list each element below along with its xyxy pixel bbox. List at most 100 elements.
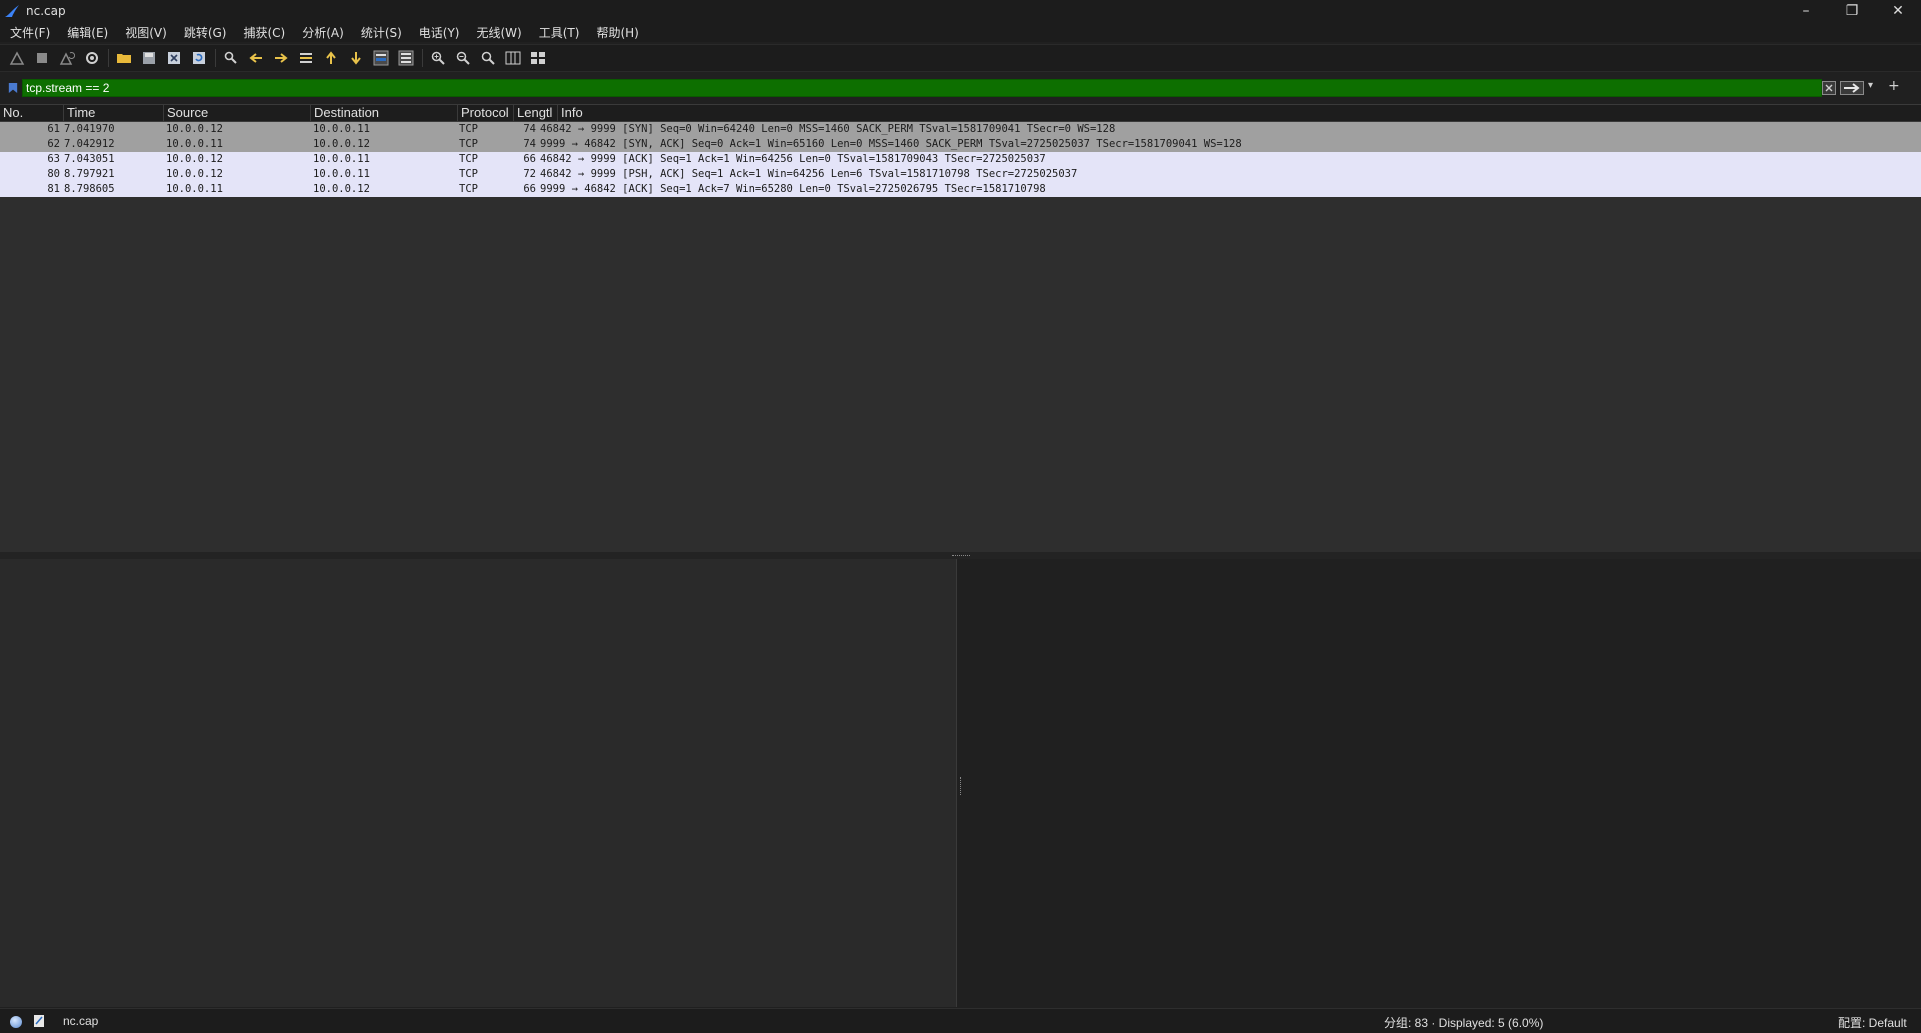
menu-tools[interactable]: 工具(T) bbox=[529, 24, 587, 41]
table-row[interactable]: 61 7.041970 10.0.0.12 10.0.0.11 TCP 74 4… bbox=[0, 122, 1921, 137]
colorize-icon[interactable] bbox=[397, 49, 415, 67]
go-forward-icon[interactable] bbox=[272, 49, 290, 67]
table-row[interactable]: 63 7.043051 10.0.0.12 10.0.0.11 TCP 66 4… bbox=[0, 152, 1921, 167]
options-gear-icon[interactable] bbox=[83, 49, 101, 67]
minimize-button[interactable]: – bbox=[1783, 0, 1829, 22]
cell-no: 61 bbox=[47, 123, 60, 135]
cell-destination: 10.0.0.11 bbox=[313, 168, 370, 180]
cell-protocol: TCP bbox=[459, 168, 478, 180]
cell-destination: 10.0.0.12 bbox=[313, 183, 370, 195]
packet-details-pane[interactable] bbox=[0, 559, 957, 1007]
menu-statistics[interactable]: 统计(S) bbox=[351, 24, 409, 41]
packet-list-header: No. Time Source Destination Protocol Len… bbox=[0, 105, 1921, 122]
main-toolbar bbox=[0, 44, 1921, 72]
cell-no: 62 bbox=[47, 138, 60, 150]
stop-icon[interactable] bbox=[33, 49, 51, 67]
menu-file[interactable]: 文件(F) bbox=[0, 24, 57, 41]
column-header-no[interactable]: No. bbox=[0, 105, 64, 121]
status-profile[interactable]: 配置: Default bbox=[1838, 1014, 1907, 1031]
apply-filter-arrow-icon[interactable] bbox=[1840, 80, 1864, 95]
cell-time: 8.797921 bbox=[64, 168, 115, 180]
cell-time: 7.043051 bbox=[64, 153, 115, 165]
cell-source: 10.0.0.12 bbox=[166, 153, 223, 165]
capture-comment-icon[interactable] bbox=[33, 1014, 45, 1028]
menu-view[interactable]: 视图(V) bbox=[115, 24, 174, 41]
autoscroll-icon[interactable] bbox=[372, 49, 390, 67]
filter-bookmark-icon[interactable] bbox=[6, 80, 20, 96]
cell-time: 7.041970 bbox=[64, 123, 115, 135]
cell-destination: 10.0.0.12 bbox=[313, 138, 370, 150]
menu-analyze[interactable]: 分析(A) bbox=[292, 24, 351, 41]
display-filter-bar: tcp.stream == 2 ▾ + bbox=[0, 78, 1921, 97]
window-controls: – ❐ ✕ bbox=[1783, 0, 1921, 22]
packet-bytes-pane[interactable] bbox=[957, 559, 1921, 1007]
cell-source: 10.0.0.11 bbox=[166, 183, 223, 195]
menu-go[interactable]: 跳转(G) bbox=[174, 24, 234, 41]
restart-icon[interactable] bbox=[58, 49, 76, 67]
add-filter-button-icon[interactable]: + bbox=[1888, 78, 1902, 94]
reload-icon[interactable] bbox=[190, 49, 208, 67]
open-folder-icon[interactable] bbox=[115, 49, 133, 67]
table-row[interactable]: 81 8.798605 10.0.0.11 10.0.0.12 TCP 66 9… bbox=[0, 182, 1921, 197]
resize-columns-icon[interactable] bbox=[504, 49, 522, 67]
cell-source: 10.0.0.12 bbox=[166, 123, 223, 135]
go-back-icon[interactable] bbox=[247, 49, 265, 67]
minimize-icon: – bbox=[1802, 3, 1810, 19]
column-header-time[interactable]: Time bbox=[64, 105, 164, 121]
cell-protocol: TCP bbox=[459, 123, 478, 135]
cell-destination: 10.0.0.11 bbox=[313, 123, 370, 135]
splitter-grip bbox=[952, 555, 970, 557]
menu-telephony[interactable]: 电话(Y) bbox=[409, 24, 467, 41]
shark-fin-start-icon[interactable] bbox=[8, 49, 26, 67]
column-header-source[interactable]: Source bbox=[164, 105, 311, 121]
save-icon[interactable] bbox=[140, 49, 158, 67]
pane-splitter-horizontal[interactable] bbox=[0, 552, 1921, 559]
column-header-protocol[interactable]: Protocol bbox=[458, 105, 514, 121]
menu-wireless[interactable]: 无线(W) bbox=[467, 24, 529, 41]
status-bar: nc.cap 分组: 83 · Displayed: 5 (6.0%) 配置: … bbox=[0, 1008, 1921, 1033]
window-title: nc.cap bbox=[26, 4, 66, 18]
menu-capture[interactable]: 捕获(C) bbox=[233, 24, 292, 41]
cell-length: 72 bbox=[523, 168, 536, 180]
status-packet-count: 分组: 83 · Displayed: 5 (6.0%) bbox=[1384, 1016, 1544, 1030]
cell-length: 66 bbox=[523, 183, 536, 195]
first-packet-icon[interactable] bbox=[322, 49, 340, 67]
toolbar-separator bbox=[215, 49, 216, 67]
zoom-in-icon[interactable] bbox=[429, 49, 447, 67]
last-packet-icon[interactable] bbox=[347, 49, 365, 67]
cell-info: 9999 → 46842 [SYN, ACK] Seq=0 Ack=1 Win=… bbox=[540, 138, 1242, 150]
menu-bar: 文件(F) 编辑(E) 视图(V) 跳转(G) 捕获(C) 分析(A) 统计(S… bbox=[0, 22, 1921, 42]
cell-source: 10.0.0.11 bbox=[166, 138, 223, 150]
clear-filter-icon[interactable] bbox=[1822, 80, 1836, 95]
table-row[interactable]: 80 8.797921 10.0.0.12 10.0.0.11 TCP 72 4… bbox=[0, 167, 1921, 182]
layout-icon[interactable] bbox=[529, 49, 547, 67]
find-icon[interactable] bbox=[222, 49, 240, 67]
restore-button[interactable]: ❐ bbox=[1829, 0, 1875, 22]
display-filter-input[interactable]: tcp.stream == 2 bbox=[22, 79, 1822, 97]
column-header-info[interactable]: Info bbox=[558, 105, 1921, 121]
cell-protocol: TCP bbox=[459, 183, 478, 195]
table-row[interactable]: 62 7.042912 10.0.0.11 10.0.0.12 TCP 74 9… bbox=[0, 137, 1921, 152]
go-to-packet-icon[interactable] bbox=[297, 49, 315, 67]
cell-source: 10.0.0.12 bbox=[166, 168, 223, 180]
restore-icon: ❐ bbox=[1845, 3, 1859, 19]
cell-destination: 10.0.0.11 bbox=[313, 153, 370, 165]
toolbar-separator bbox=[422, 49, 423, 67]
expert-info-led-icon[interactable] bbox=[10, 1016, 22, 1028]
zoom-normal-icon[interactable] bbox=[479, 49, 497, 67]
cell-length: 66 bbox=[523, 153, 536, 165]
packet-list-pane: No. Time Source Destination Protocol Len… bbox=[0, 104, 1921, 553]
cell-time: 8.798605 bbox=[64, 183, 115, 195]
cell-protocol: TCP bbox=[459, 153, 478, 165]
filter-history-chevron-icon[interactable]: ▾ bbox=[1868, 80, 1878, 94]
menu-edit[interactable]: 编辑(E) bbox=[57, 24, 115, 41]
pane-splitter-vertical[interactable] bbox=[960, 777, 962, 795]
menu-help[interactable]: 帮助(H) bbox=[586, 24, 645, 41]
column-header-length[interactable]: Lengtl bbox=[514, 105, 558, 121]
cell-length: 74 bbox=[523, 123, 536, 135]
column-header-destination[interactable]: Destination bbox=[311, 105, 458, 121]
wireshark-fin-icon bbox=[4, 3, 20, 19]
close-window-button[interactable]: ✕ bbox=[1875, 0, 1921, 22]
zoom-out-icon[interactable] bbox=[454, 49, 472, 67]
close-file-icon[interactable] bbox=[165, 49, 183, 67]
